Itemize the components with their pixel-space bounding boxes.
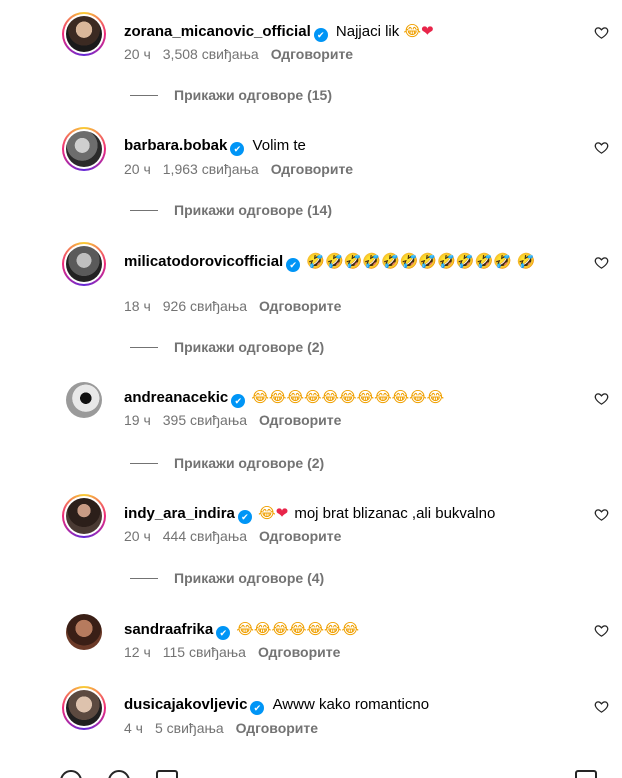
comment-meta: 20 ч 1,963 свиђања Одговорите bbox=[124, 161, 353, 177]
verified-badge-icon: ✔ bbox=[237, 510, 252, 524]
verified-badge-icon: ✔ bbox=[250, 701, 265, 715]
view-replies-button[interactable]: Прикажи одговоре (2) bbox=[130, 339, 324, 355]
heart-emoji: ❤ bbox=[275, 504, 289, 522]
comment-time[interactable]: 18 ч bbox=[124, 298, 151, 314]
action-bar bbox=[60, 770, 597, 778]
comment-time[interactable]: 20 ч bbox=[124, 161, 151, 177]
comment-text: Awww kako romanticno bbox=[272, 696, 430, 713]
like-heart-icon[interactable] bbox=[592, 389, 610, 407]
reply-button[interactable]: Одговорите bbox=[271, 46, 353, 62]
view-replies-label: Прикажи одговоре (2) bbox=[174, 339, 325, 355]
comment-username[interactable]: zorana_micanovic_official bbox=[124, 23, 311, 40]
comment-username[interactable]: indy_ara_indira bbox=[124, 505, 235, 522]
comment-meta: 18 ч 926 свиђања Одговорите bbox=[124, 298, 341, 314]
verified-badge-icon: ✔ bbox=[230, 142, 245, 156]
comment-meta: 20 ч 3,508 свиђања Одговорите bbox=[124, 46, 353, 62]
comment-icon[interactable] bbox=[108, 770, 130, 778]
view-replies-button[interactable]: Прикажи одговоре (15) bbox=[130, 87, 332, 103]
avatar[interactable] bbox=[62, 242, 106, 286]
avatar[interactable] bbox=[62, 378, 106, 422]
view-replies-button[interactable]: Прикажи одговоре (4) bbox=[130, 570, 324, 586]
save-bookmark-icon[interactable] bbox=[575, 770, 597, 778]
divider-line bbox=[130, 209, 158, 211]
comment-time[interactable]: 12 ч bbox=[124, 644, 151, 660]
like-icon[interactable] bbox=[60, 770, 82, 778]
comment-time[interactable]: 20 ч bbox=[124, 528, 151, 544]
comment-meta: 12 ч 115 свиђања Одговорите bbox=[124, 644, 340, 660]
comment-likes[interactable]: 3,508 свиђања bbox=[163, 46, 259, 62]
view-replies-label: Прикажи одговоре (14) bbox=[174, 202, 332, 218]
comment-username[interactable]: milicatodorovicofficial bbox=[124, 253, 283, 270]
like-heart-icon[interactable] bbox=[592, 23, 610, 41]
comment-emojis: 😂😂😂😂😂😂😂 bbox=[236, 620, 360, 638]
comment-emojis: 😂😂😂😂😂😂😂😂😂😂😂 bbox=[251, 388, 445, 406]
view-replies-label: Прикажи одговоре (4) bbox=[174, 570, 325, 586]
comment-likes[interactable]: 395 свиђања bbox=[163, 412, 247, 428]
comment-meta: 20 ч 444 свиђања Одговорите bbox=[124, 528, 341, 544]
comment-time[interactable]: 19 ч bbox=[124, 412, 151, 428]
view-replies-button[interactable]: Прикажи одговоре (2) bbox=[130, 455, 324, 471]
like-heart-icon[interactable] bbox=[592, 253, 610, 271]
like-heart-icon[interactable] bbox=[592, 505, 610, 523]
avatar[interactable] bbox=[62, 127, 106, 171]
comment-meta: 4 ч 5 свиђања Одговорите bbox=[124, 720, 318, 736]
like-heart-icon[interactable] bbox=[592, 621, 610, 639]
verified-badge-icon: ✔ bbox=[313, 28, 328, 42]
comment-likes[interactable]: 115 свиђања bbox=[163, 644, 246, 660]
comment-emojis: 🤣🤣🤣🤣🤣🤣🤣🤣🤣🤣🤣 🤣 bbox=[306, 252, 536, 270]
like-heart-icon[interactable] bbox=[592, 697, 610, 715]
verified-badge-icon: ✔ bbox=[216, 626, 231, 640]
reply-button[interactable]: Одговорите bbox=[259, 298, 341, 314]
verified-badge-icon: ✔ bbox=[286, 258, 301, 272]
comment-text: Volim te bbox=[252, 137, 306, 154]
reply-button[interactable]: Одговорите bbox=[236, 720, 318, 736]
divider-line bbox=[130, 94, 158, 96]
comment-time[interactable]: 20 ч bbox=[124, 46, 151, 62]
verified-badge-icon: ✔ bbox=[231, 394, 246, 408]
reply-button[interactable]: Одговорите bbox=[259, 528, 341, 544]
divider-line bbox=[130, 462, 158, 464]
comment-likes[interactable]: 1,963 свиђања bbox=[163, 161, 259, 177]
avatar[interactable] bbox=[62, 610, 106, 654]
divider-line bbox=[130, 577, 158, 579]
comment-time[interactable]: 4 ч bbox=[124, 720, 143, 736]
view-replies-button[interactable]: Прикажи одговоре (14) bbox=[130, 202, 332, 218]
comment-text: moj brat blizanac ,ali bukvalno bbox=[294, 505, 496, 522]
view-replies-label: Прикажи одговоре (2) bbox=[174, 455, 325, 471]
comment-emojis: 😂 bbox=[403, 22, 421, 40]
avatar[interactable] bbox=[62, 12, 106, 56]
heart-emoji: ❤ bbox=[420, 22, 434, 40]
comment-text: Najjaci lik bbox=[335, 23, 400, 40]
share-icon[interactable] bbox=[156, 770, 178, 778]
comment-likes[interactable]: 444 свиђања bbox=[163, 528, 247, 544]
divider-line bbox=[130, 346, 158, 348]
reply-button[interactable]: Одговорите bbox=[259, 412, 341, 428]
reply-button[interactable]: Одговорите bbox=[271, 161, 353, 177]
comment-username[interactable]: barbara.bobak bbox=[124, 137, 227, 154]
comment-meta: 19 ч 395 свиђања Одговорите bbox=[124, 412, 341, 428]
comment-username[interactable]: andreanacekic bbox=[124, 389, 228, 406]
avatar[interactable] bbox=[62, 686, 106, 730]
like-heart-icon[interactable] bbox=[592, 138, 610, 156]
view-replies-label: Прикажи одговоре (15) bbox=[174, 87, 332, 103]
comment-likes[interactable]: 926 свиђања bbox=[163, 298, 247, 314]
comment-username[interactable]: dusicajakovljevic bbox=[124, 696, 247, 713]
comment-emojis: 😂 bbox=[258, 504, 276, 522]
reply-button[interactable]: Одговорите bbox=[258, 644, 340, 660]
comment-likes[interactable]: 5 свиђања bbox=[155, 720, 224, 736]
comment-username[interactable]: sandraafrika bbox=[124, 621, 213, 638]
avatar[interactable] bbox=[62, 494, 106, 538]
